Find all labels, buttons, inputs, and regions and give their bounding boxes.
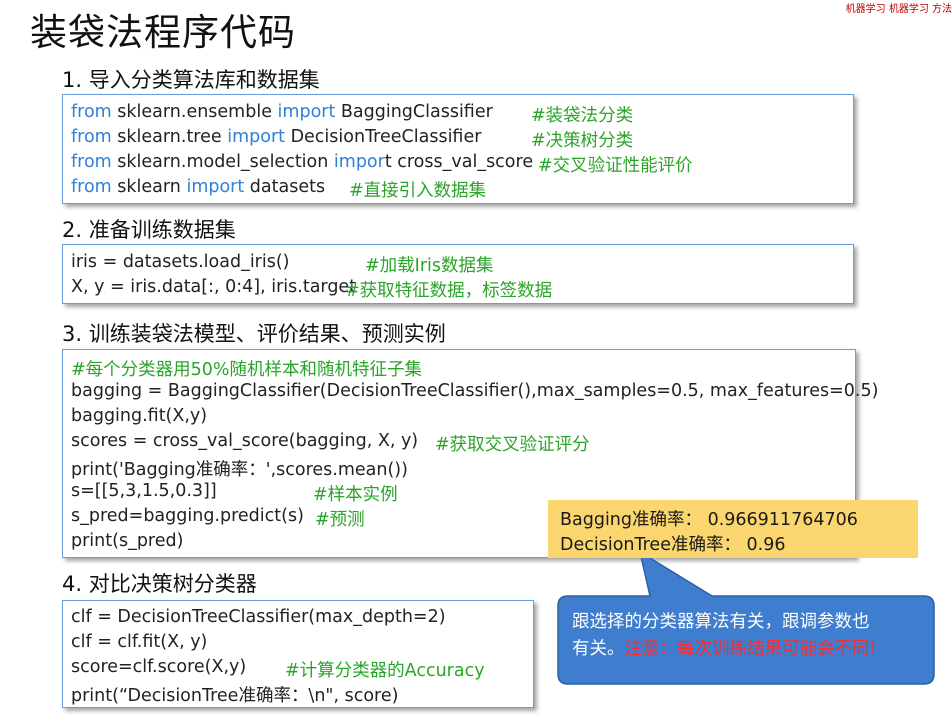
note-warning: 注意：每次训练结果可能会不同!: [624, 639, 877, 659]
note-prefix: 有关。: [572, 639, 625, 659]
note-line-2: 有关。注意：每次训练结果可能会不同!: [572, 635, 877, 660]
bagging-accuracy: Bagging准确率： 0.966911764706: [560, 510, 858, 530]
decisiontree-accuracy: DecisionTree准确率： 0.96: [560, 535, 786, 555]
result-box: Bagging准确率： 0.966911764706 DecisionTree准…: [548, 500, 918, 558]
note-line-1: 跟选择的分类器算法有关，跟调参数也: [572, 612, 870, 632]
